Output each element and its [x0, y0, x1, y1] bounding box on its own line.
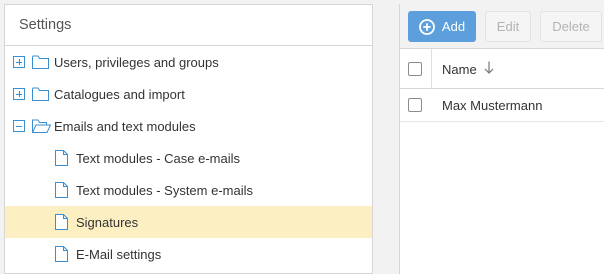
- document-icon: [55, 214, 68, 230]
- row-checkbox[interactable]: [408, 98, 422, 112]
- folder-open-icon: [32, 119, 51, 133]
- tree-item-signatures[interactable]: Signatures: [5, 206, 372, 238]
- tree-item-email-settings[interactable]: E-Mail settings: [5, 238, 372, 270]
- edit-button[interactable]: Edit: [485, 11, 531, 42]
- tree-item-label: Emails and text modules: [54, 118, 196, 134]
- tree-item-label: Users, privileges and groups: [54, 54, 219, 70]
- table-row[interactable]: Max Mustermann: [400, 89, 604, 122]
- delete-button-label: Delete: [552, 19, 590, 34]
- settings-panel-title: Settings: [5, 5, 372, 46]
- tree-item-label: Text modules - Case e-mails: [76, 150, 240, 166]
- add-button-label: Add: [441, 19, 466, 34]
- expand-plus-icon[interactable]: [13, 88, 25, 100]
- expand-plus-icon[interactable]: [13, 56, 25, 68]
- folder-icon: [32, 55, 49, 69]
- tree-item-text-modules-system-emails[interactable]: Text modules - System e-mails: [5, 174, 372, 206]
- document-icon: [55, 150, 68, 166]
- tree-item-label: Signatures: [76, 214, 139, 230]
- document-icon: [55, 246, 68, 262]
- list-panel: Add Edit Delete Name Max Mustermann: [399, 4, 604, 274]
- edit-button-label: Edit: [496, 19, 520, 34]
- settings-panel: Settings Users, privileges and groups Ca…: [4, 4, 373, 274]
- tree-item-emails-text-modules[interactable]: Emails and text modules: [5, 110, 372, 142]
- sort-arrow-down-icon[interactable]: [484, 61, 494, 74]
- tree-item-text-modules-case-emails[interactable]: Text modules - Case e-mails: [5, 142, 372, 174]
- tree-item-label: Text modules - System e-mails: [76, 182, 253, 198]
- tree-item-catalogues-import[interactable]: Catalogues and import: [5, 78, 372, 110]
- folder-icon: [32, 87, 49, 101]
- cell-name: Max Mustermann: [442, 98, 543, 113]
- grid-header: Name: [400, 49, 604, 89]
- column-divider: [431, 49, 432, 89]
- select-all-checkbox[interactable]: [408, 62, 422, 76]
- delete-button[interactable]: Delete: [540, 11, 602, 42]
- tree-item-label: Catalogues and import: [54, 86, 185, 102]
- tree-item-users-privileges-groups[interactable]: Users, privileges and groups: [5, 46, 372, 78]
- list-toolbar: Add Edit Delete: [400, 4, 604, 49]
- tree-item-label: E-Mail settings: [76, 246, 162, 262]
- add-button[interactable]: Add: [408, 11, 476, 42]
- collapse-minus-icon[interactable]: [13, 120, 25, 132]
- column-header-name[interactable]: Name: [442, 62, 477, 77]
- document-icon: [55, 182, 68, 198]
- plus-circle-icon: [419, 18, 435, 35]
